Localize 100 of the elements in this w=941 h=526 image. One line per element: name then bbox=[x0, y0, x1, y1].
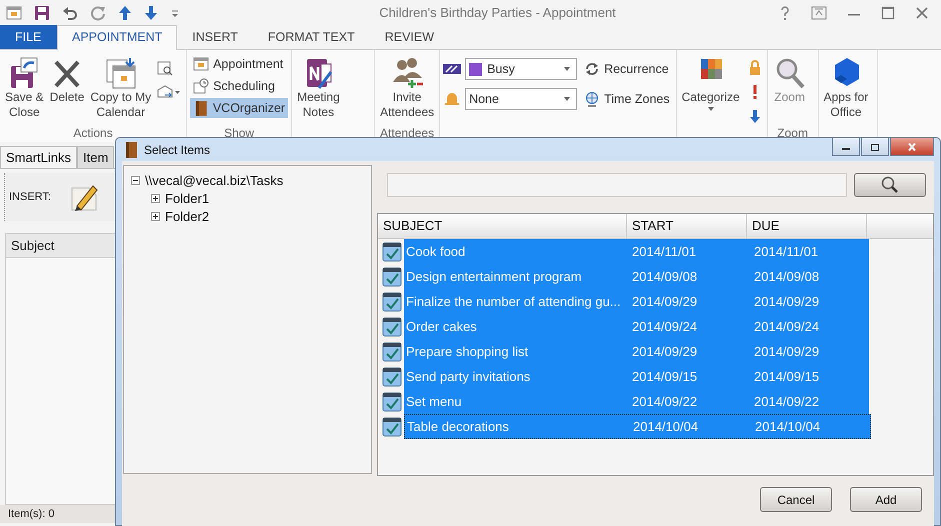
table-cell-text: 2014/09/15 bbox=[753, 368, 820, 384]
table-cell-text: 2014/09/29 bbox=[631, 344, 698, 359]
ribbon-tab[interactable]: REVIEW bbox=[370, 25, 450, 49]
down-arrow-icon[interactable] bbox=[748, 108, 762, 124]
restore-icon bbox=[870, 142, 880, 150]
row-highlight[interactable]: Cook food 2014/11/01 2014/11/01 bbox=[404, 238, 869, 264]
group-label: Zoom bbox=[776, 126, 809, 142]
table-cell-text: 2014/09/24 bbox=[631, 318, 698, 334]
close-icon bbox=[907, 142, 917, 150]
row-highlight[interactable]: Table decorations 2014/10/04 2014/10/04 bbox=[404, 414, 871, 439]
close-icon[interactable] bbox=[915, 4, 929, 20]
column-header[interactable]: DUE bbox=[747, 214, 867, 238]
task-icon[interactable] bbox=[382, 365, 402, 388]
expand-icon[interactable] bbox=[151, 194, 160, 202]
ribbon-button[interactable]: Copy to My Calendar bbox=[88, 56, 154, 126]
ribbon-display-icon[interactable] bbox=[811, 4, 827, 20]
dropdown[interactable]: Busy bbox=[465, 58, 578, 80]
table-cell-text: Design entertainment program bbox=[405, 268, 583, 284]
table-cell-text: 2014/11/01 bbox=[631, 244, 698, 259]
row-highlight[interactable]: Finalize the number of attending gu... 2014/09/29 2014/09/29 bbox=[404, 288, 869, 314]
envelope-arrow-icon[interactable] bbox=[157, 84, 182, 100]
table-cell-text: 2014/09/08 bbox=[631, 268, 698, 284]
ribbon-tab[interactable]: INSERT bbox=[177, 25, 253, 49]
clock-calendar-icon bbox=[193, 78, 210, 94]
dialog-button[interactable]: Add bbox=[850, 487, 922, 512]
ribbon-button[interactable]: Scheduling bbox=[190, 76, 288, 96]
task-icon[interactable] bbox=[382, 340, 402, 362]
ribbon-button[interactable]: Apps for Office bbox=[822, 56, 870, 126]
row-highlight[interactable]: Prepare shopping list 2014/09/29 2014/09/29 bbox=[404, 338, 869, 364]
collapse-icon[interactable] bbox=[131, 176, 140, 184]
save-icon[interactable] bbox=[34, 4, 50, 20]
view-calendar-icon[interactable] bbox=[157, 60, 174, 76]
task-icon[interactable] bbox=[382, 290, 402, 312]
help-icon[interactable] bbox=[779, 4, 791, 20]
group-label: Attendees bbox=[379, 126, 436, 142]
group-label: Actions bbox=[72, 126, 114, 142]
ribbon-tab[interactable]: FORMAT TEXT bbox=[252, 25, 370, 49]
bell-icon bbox=[443, 91, 462, 107]
row-highlight[interactable]: Send party invitations 2014/09/15 2014/09/15 bbox=[404, 364, 869, 389]
redo-icon[interactable] bbox=[90, 4, 106, 20]
table-cell-text: 2014/09/22 bbox=[631, 394, 698, 409]
ribbon-button[interactable]: Invite Attendees bbox=[378, 56, 436, 126]
dialog-button[interactable]: Cancel bbox=[760, 487, 832, 512]
caret-icon bbox=[563, 66, 572, 72]
search-button[interactable] bbox=[854, 173, 926, 197]
ribbon-button[interactable]: Save & Close bbox=[3, 56, 46, 126]
tree-item[interactable]: Folder2 bbox=[165, 208, 210, 224]
window-title: Children's Birthday Parties - Appointment bbox=[378, 5, 617, 20]
status-swatch bbox=[469, 62, 482, 76]
task-icon[interactable] bbox=[382, 415, 402, 438]
dropdown[interactable]: None bbox=[465, 88, 578, 110]
restore-button[interactable] bbox=[861, 138, 889, 156]
row-highlight[interactable]: Design entertainment program 2014/09/08 2014/09/08 bbox=[404, 264, 869, 289]
task-icon[interactable] bbox=[382, 265, 402, 288]
tree-item[interactable]: \\vecal@vecal.biz\Tasks bbox=[145, 172, 284, 188]
table-cell-text: 2014/10/04 bbox=[754, 418, 822, 434]
table-cell-text: 2014/09/29 bbox=[753, 344, 820, 359]
tree-item[interactable]: Folder1 bbox=[165, 190, 210, 206]
ribbon-tab[interactable]: APPOINTMENT bbox=[57, 25, 178, 50]
task-icon[interactable] bbox=[382, 240, 402, 262]
ribbon-button[interactable]: VCOrganizer bbox=[190, 98, 288, 118]
row-highlight[interactable]: Order cakes 2014/09/24 2014/09/24 bbox=[404, 314, 869, 339]
column-header: Subject bbox=[6, 234, 115, 258]
row-highlight[interactable]: Set menu 2014/09/22 2014/09/22 bbox=[404, 388, 869, 414]
book-icon bbox=[193, 100, 209, 116]
table-cell-text: Table decorations bbox=[406, 418, 510, 434]
down-arrow-icon[interactable] bbox=[144, 4, 158, 20]
table-cell-text: 2014/09/08 bbox=[753, 268, 820, 284]
table-cell-text: Order cakes bbox=[405, 318, 478, 334]
calendar-copy-icon bbox=[104, 56, 138, 90]
ribbon-button[interactable]: Meeting Notes bbox=[295, 56, 342, 126]
ribbon-button[interactable]: Time Zones bbox=[581, 89, 673, 109]
close-button[interactable] bbox=[890, 138, 934, 156]
ribbon-button[interactable]: Recurrence bbox=[581, 59, 673, 79]
ribbon-button[interactable]: Appointment bbox=[190, 54, 288, 74]
search-icon bbox=[880, 176, 900, 194]
column-header[interactable]: SUBJECT bbox=[378, 214, 627, 238]
minimize-button[interactable] bbox=[832, 138, 860, 156]
table-cell-text: 2014/09/29 bbox=[631, 294, 698, 309]
up-arrow-icon[interactable] bbox=[118, 4, 132, 20]
task-icon[interactable] bbox=[382, 315, 402, 338]
search-field[interactable] bbox=[387, 173, 847, 197]
table-cell-text: Cook food bbox=[405, 244, 466, 259]
toolbar-label: INSERT: bbox=[9, 191, 51, 203]
column-header[interactable]: START bbox=[627, 214, 747, 238]
book-icon bbox=[124, 140, 138, 158]
ribbon-tab[interactable]: FILE bbox=[0, 25, 57, 49]
table-cell-text: 2014/11/01 bbox=[753, 244, 820, 259]
ribbon-button[interactable]: Categorize bbox=[680, 56, 742, 128]
calendar-icon[interactable] bbox=[6, 4, 22, 20]
table-cell-text: Set menu bbox=[405, 394, 463, 409]
expand-icon[interactable] bbox=[151, 212, 160, 220]
pane-tab[interactable]: SmartLinks bbox=[0, 146, 78, 168]
task-icon[interactable] bbox=[382, 390, 402, 412]
dialog-title: Select Items bbox=[144, 142, 212, 156]
caret-icon bbox=[563, 96, 572, 102]
maximize-icon[interactable] bbox=[881, 4, 895, 20]
ribbon-button[interactable]: Delete bbox=[48, 56, 86, 126]
undo-icon[interactable] bbox=[62, 4, 78, 20]
pane-tab[interactable]: Item bbox=[77, 146, 114, 168]
